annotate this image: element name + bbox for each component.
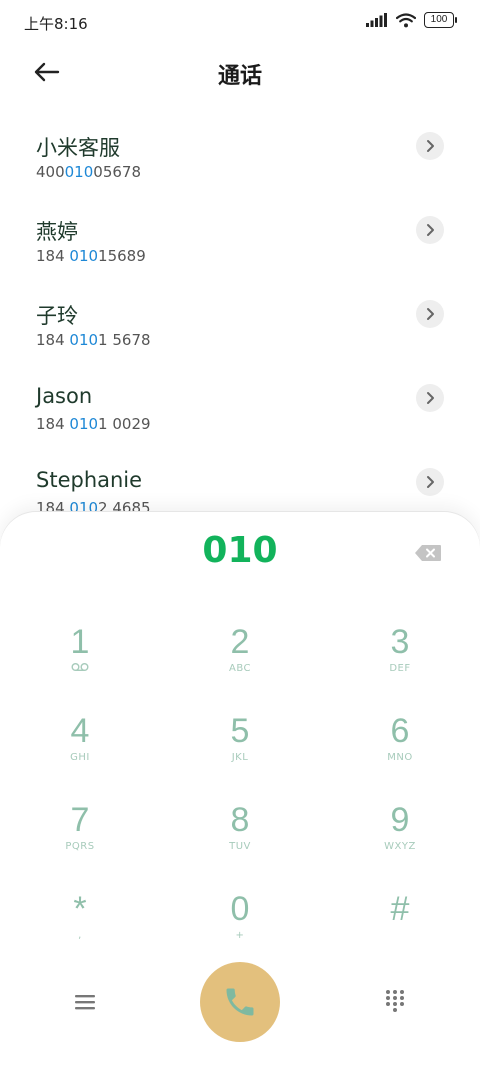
key-6[interactable]: 6 MNO bbox=[340, 711, 460, 765]
chevron-right-icon bbox=[427, 224, 434, 236]
key-letters: WXYZ bbox=[384, 841, 416, 852]
details-button[interactable] bbox=[416, 132, 444, 160]
contact-item[interactable]: 子玲 184 0101 5678 bbox=[0, 280, 480, 364]
dialpad-toggle-icon[interactable] bbox=[380, 986, 410, 1016]
signal-icon bbox=[366, 13, 387, 27]
voicemail-icon bbox=[20, 662, 140, 676]
number-prefix: 184 bbox=[36, 247, 70, 265]
contact-name: 燕婷 bbox=[36, 220, 78, 244]
key-digit: 9 bbox=[390, 801, 410, 839]
battery-icon: 100 bbox=[424, 12, 457, 28]
contact-list: 小米客服 40001005678 燕婷 184 01015689 子玲 184 … bbox=[0, 112, 480, 532]
keypad-row: 1 2 ABC 3 DEF bbox=[0, 622, 480, 711]
key-letters: PQRS bbox=[65, 841, 95, 852]
status-bar: 上午8:16 100 bbox=[0, 0, 480, 44]
header: 通话 bbox=[0, 44, 480, 100]
key-letters bbox=[340, 929, 460, 943]
key-letters: MNO bbox=[387, 752, 413, 763]
key-digit: * bbox=[73, 890, 87, 928]
number-prefix: 184 bbox=[36, 331, 70, 349]
page-title: 通话 bbox=[217, 64, 262, 89]
key-digit: 3 bbox=[390, 623, 410, 661]
key-hash[interactable]: # bbox=[340, 889, 460, 943]
status-icons: 100 bbox=[366, 12, 457, 28]
status-time: 上午8:16 bbox=[24, 15, 88, 33]
number-suffix: 05678 bbox=[93, 163, 141, 181]
keypad: 1 2 ABC 3 DEF 4 GHI 5 JKL 6 MNO 7 PQRS 8… bbox=[0, 622, 480, 978]
key-digit: 7 bbox=[70, 801, 90, 839]
number-suffix: 15689 bbox=[98, 247, 146, 265]
dialpad-sheet: 010 1 2 ABC 3 DEF 4 GHI 5 JKL 6 MNO 7 PQ… bbox=[0, 512, 480, 1066]
key-letters: , bbox=[78, 930, 82, 941]
key-star[interactable]: * , bbox=[20, 889, 140, 943]
chevron-right-icon bbox=[427, 308, 434, 320]
contact-number: 184 01015689 bbox=[36, 247, 146, 265]
call-button[interactable] bbox=[200, 962, 280, 1042]
keypad-row: 4 GHI 5 JKL 6 MNO bbox=[0, 711, 480, 800]
key-letters: TUV bbox=[229, 841, 251, 852]
number-prefix: 400 bbox=[36, 163, 65, 181]
key-3[interactable]: 3 DEF bbox=[340, 622, 460, 676]
key-letters: DEF bbox=[389, 663, 411, 674]
contact-item[interactable]: Jason 184 0101 0029 bbox=[0, 364, 480, 448]
key-digit: 1 bbox=[70, 623, 90, 661]
key-digit: 4 bbox=[70, 712, 90, 750]
phone-icon bbox=[226, 988, 254, 1016]
contact-item[interactable]: 燕婷 184 01015689 bbox=[0, 196, 480, 280]
chevron-right-icon bbox=[427, 476, 434, 488]
key-4[interactable]: 4 GHI bbox=[20, 711, 140, 765]
key-5[interactable]: 5 JKL bbox=[180, 711, 300, 765]
contact-name: Jason bbox=[36, 384, 93, 408]
backspace-icon[interactable] bbox=[414, 544, 442, 562]
number-match: 010 bbox=[64, 163, 94, 181]
details-button[interactable] bbox=[416, 384, 444, 412]
key-digit: 0 bbox=[230, 890, 250, 928]
contact-item[interactable]: 小米客服 40001005678 bbox=[0, 112, 480, 196]
key-0[interactable]: 0 + bbox=[180, 889, 300, 943]
key-letters: ABC bbox=[228, 663, 251, 674]
chevron-right-icon bbox=[427, 140, 434, 152]
keypad-row: 7 PQRS 8 TUV 9 WXYZ bbox=[0, 800, 480, 889]
dialed-number: 010 bbox=[202, 530, 278, 571]
dialpad-actions bbox=[0, 962, 480, 1042]
key-letters: JKL bbox=[231, 752, 249, 763]
key-letters: GHI bbox=[70, 752, 90, 763]
contact-name: 子玲 bbox=[36, 304, 78, 328]
chevron-right-icon bbox=[427, 392, 434, 404]
key-9[interactable]: 9 WXYZ bbox=[340, 800, 460, 854]
details-button[interactable] bbox=[416, 216, 444, 244]
menu-icon[interactable] bbox=[70, 990, 100, 1014]
details-button[interactable] bbox=[416, 300, 444, 328]
key-digit: 8 bbox=[230, 801, 250, 839]
contact-name: 小米客服 bbox=[36, 136, 120, 160]
key-digit: 2 bbox=[230, 623, 250, 661]
details-button[interactable] bbox=[416, 468, 444, 496]
key-7[interactable]: 7 PQRS bbox=[20, 800, 140, 854]
contact-number: 184 0101 5678 bbox=[36, 331, 151, 349]
wifi-icon bbox=[396, 12, 416, 27]
number-prefix: 184 bbox=[36, 415, 70, 433]
key-digit: # bbox=[390, 890, 410, 928]
number-match: 010 bbox=[69, 331, 99, 349]
number-match: 010 bbox=[69, 415, 99, 433]
key-letters: + bbox=[235, 930, 245, 941]
key-digit: 6 bbox=[390, 712, 410, 750]
key-2[interactable]: 2 ABC bbox=[180, 622, 300, 676]
contact-name: Stephanie bbox=[36, 468, 143, 492]
contact-number: 184 0101 0029 bbox=[36, 415, 151, 433]
number-match: 010 bbox=[69, 247, 99, 265]
key-1[interactable]: 1 bbox=[20, 622, 140, 676]
key-8[interactable]: 8 TUV bbox=[180, 800, 300, 854]
number-suffix: 1 0029 bbox=[98, 415, 151, 433]
contact-number: 40001005678 bbox=[36, 163, 141, 181]
number-suffix: 1 5678 bbox=[98, 331, 151, 349]
key-digit: 5 bbox=[230, 712, 250, 750]
